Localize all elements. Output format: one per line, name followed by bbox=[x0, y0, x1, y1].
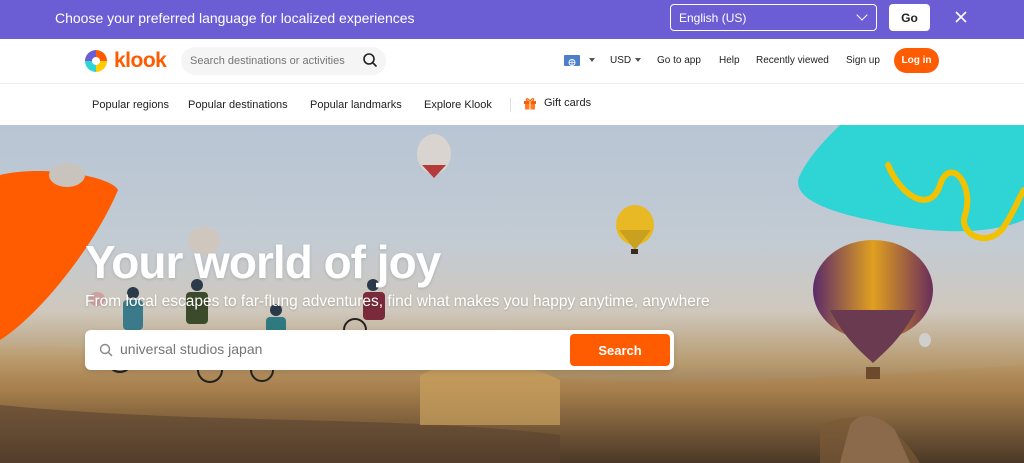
go-button[interactable]: Go bbox=[889, 4, 930, 31]
chevron-down-icon bbox=[856, 9, 868, 21]
currency-select[interactable]: USD bbox=[610, 55, 642, 66]
close-icon[interactable] bbox=[953, 9, 969, 25]
currency-label: USD bbox=[610, 55, 632, 66]
nav-popular-landmarks[interactable]: Popular landmarks bbox=[310, 99, 402, 111]
nav-explore-klook[interactable]: Explore Klook bbox=[424, 99, 492, 111]
hero-search-input[interactable]: universal studios japan bbox=[120, 341, 262, 357]
caret-down-icon bbox=[635, 58, 642, 63]
recently-viewed-link[interactable]: Recently viewed bbox=[756, 55, 829, 66]
hero-title: Your world of joy bbox=[85, 236, 441, 288]
sign-up-link[interactable]: Sign up bbox=[846, 55, 880, 66]
nav-gift-cards[interactable]: Gift cards bbox=[544, 97, 591, 109]
help-link[interactable]: Help bbox=[719, 55, 740, 66]
header-search-input[interactable]: Search destinations or activities bbox=[181, 47, 386, 75]
search-icon[interactable] bbox=[362, 52, 378, 68]
caret-down-icon bbox=[589, 58, 595, 63]
language-banner: Choose your preferred language for local… bbox=[0, 0, 1024, 39]
language-select-value: English (US) bbox=[679, 10, 747, 25]
hero-banner: Your world of joy From local escapes to … bbox=[0, 125, 1024, 463]
header-search-placeholder: Search destinations or activities bbox=[190, 55, 345, 67]
nav-popular-destinations[interactable]: Popular destinations bbox=[188, 99, 288, 111]
globe-icon bbox=[568, 59, 576, 66]
gift-icon bbox=[524, 98, 536, 110]
nav-divider bbox=[510, 98, 511, 112]
balloon-small bbox=[417, 134, 451, 178]
category-nav: Popular regions Popular destinations Pop… bbox=[0, 84, 1024, 125]
hero-search-bar[interactable]: universal studios japan Search bbox=[85, 330, 674, 370]
go-to-app-link[interactable]: Go to app bbox=[657, 55, 701, 66]
language-banner-message: Choose your preferred language for local… bbox=[55, 10, 415, 26]
klook-logo[interactable]: klook bbox=[84, 49, 167, 73]
hero-subtitle: From local escapes to far-flung adventur… bbox=[85, 293, 710, 310]
site-header: klook Search destinations or activities … bbox=[0, 39, 1024, 84]
balloon-yellow bbox=[616, 205, 654, 254]
log-in-button[interactable]: Log in bbox=[894, 48, 939, 73]
language-flag-icon[interactable] bbox=[564, 55, 580, 66]
search-icon bbox=[99, 343, 113, 357]
klook-logo-icon bbox=[85, 50, 107, 72]
hero-search-button[interactable]: Search bbox=[570, 334, 670, 366]
nav-popular-regions[interactable]: Popular regions bbox=[92, 99, 169, 111]
language-caret[interactable] bbox=[585, 55, 595, 66]
language-select[interactable]: English (US) bbox=[670, 4, 877, 31]
klook-wordmark: klook bbox=[114, 49, 167, 72]
balloon-large bbox=[813, 240, 933, 379]
